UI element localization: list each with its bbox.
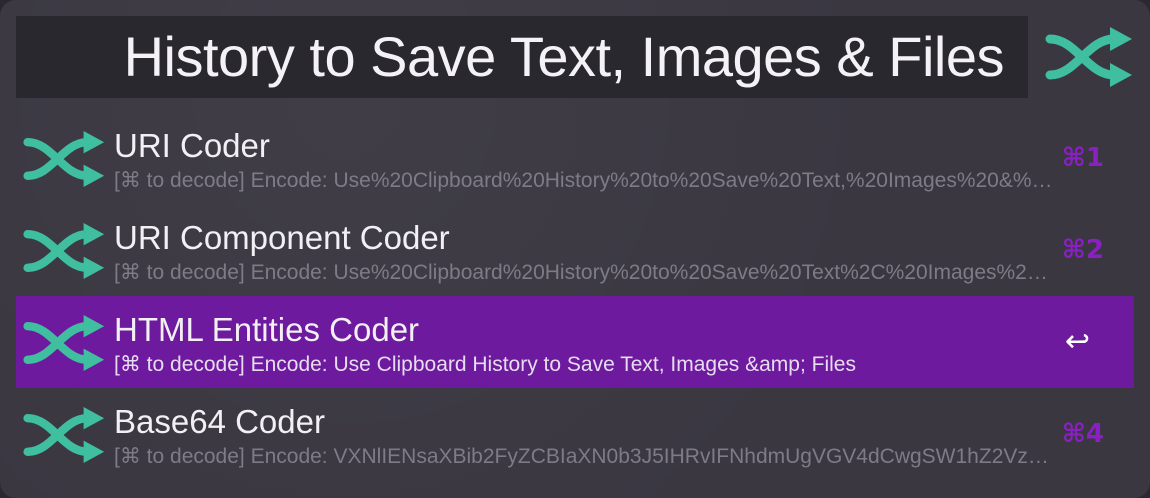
result-title: URI Component Coder	[114, 219, 450, 256]
result-row-html-entities-coder[interactable]: HTML Entities Coder [⌘ to decode] Encode…	[16, 296, 1134, 388]
result-shortcut: ⌘4	[1061, 419, 1104, 449]
shuffle-icon	[23, 131, 105, 187]
launcher-window: History to Save Text, Images & Files URI…	[0, 0, 1150, 498]
result-title: Base64 Coder	[114, 403, 325, 440]
return-key-icon: ↩	[1064, 324, 1090, 359]
shuffle-icon	[1045, 27, 1132, 87]
result-shortcut: ⌘1	[1061, 143, 1104, 173]
search-input[interactable]: History to Save Text, Images & Files	[16, 16, 1028, 98]
search-query-text[interactable]: History to Save Text, Images & Files	[124, 22, 1005, 92]
results-list: URI Coder [⌘ to decode] Encode: Use%20Cl…	[16, 112, 1134, 480]
result-row-base64-coder[interactable]: Base64 Coder [⌘ to decode] Encode: VXNlI…	[16, 388, 1134, 480]
shuffle-icon	[23, 315, 105, 371]
result-shortcut: ⌘2	[1061, 235, 1104, 265]
result-subtitle: [⌘ to decode] Encode: Use%20Clipboard%20…	[114, 169, 1054, 192]
result-row-uri-coder[interactable]: URI Coder [⌘ to decode] Encode: Use%20Cl…	[16, 112, 1134, 204]
result-subtitle: [⌘ to decode] Encode: Use%20Clipboard%20…	[114, 261, 1054, 284]
shuffle-icon	[23, 223, 105, 279]
result-title: URI Coder	[114, 127, 270, 164]
result-row-uri-component-coder[interactable]: URI Component Coder [⌘ to decode] Encode…	[16, 204, 1134, 296]
result-subtitle: [⌘ to decode] Encode: VXNlIENsaXBib2FyZC…	[114, 445, 1054, 468]
result-subtitle: [⌘ to decode] Encode: Use Clipboard Hist…	[114, 353, 856, 376]
shuffle-icon	[23, 407, 105, 463]
result-title: HTML Entities Coder	[114, 311, 420, 348]
